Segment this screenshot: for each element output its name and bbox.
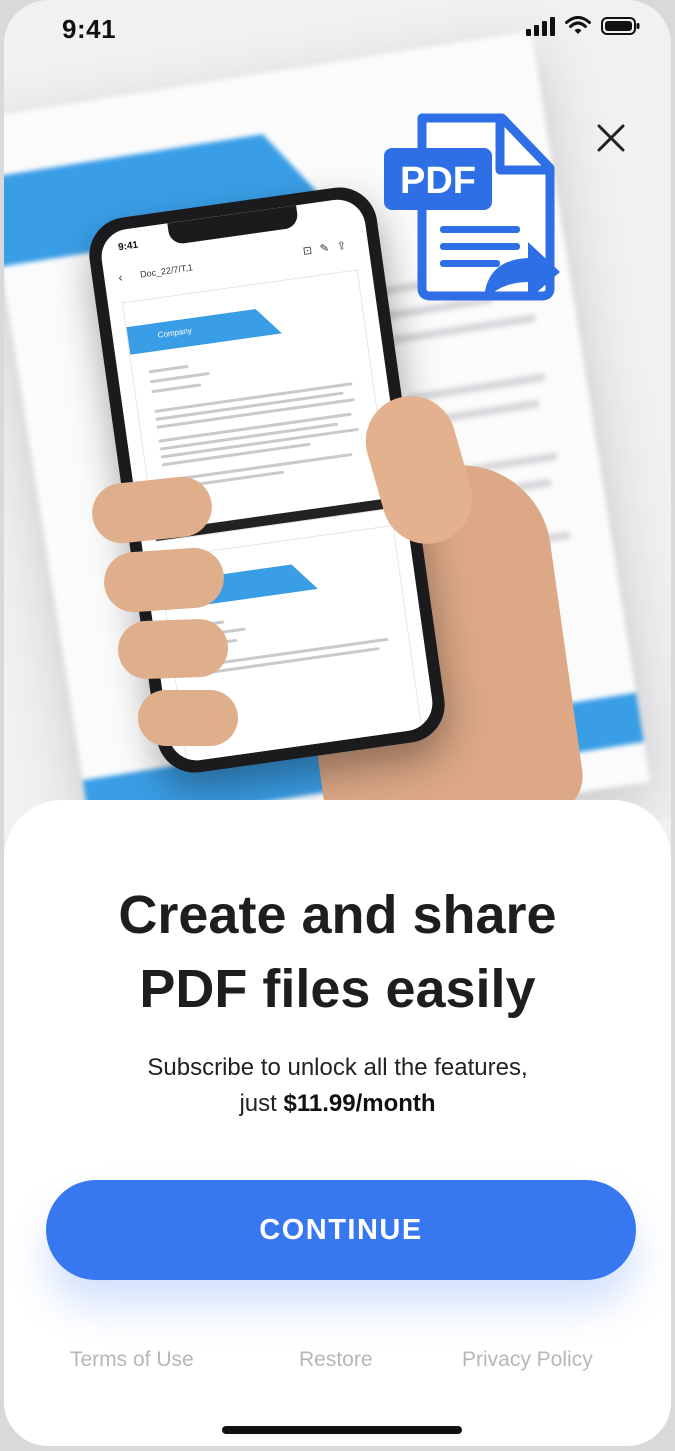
terms-of-use-link[interactable]: Terms of Use: [70, 1348, 194, 1372]
headline-line-2: PDF files easily: [139, 959, 536, 1019]
paywall-sheet: Create and share PDF files easily Subscr…: [4, 800, 671, 1446]
phone-frame: 9:41 PDF 9:41 ‹ Doc_22/7/T,1 ⊡✎⇪ Company…: [4, 0, 671, 1446]
battery-icon: [601, 17, 640, 35]
status-icons: [526, 16, 641, 36]
pdf-share-icon: PDF: [384, 113, 560, 301]
restore-link[interactable]: Restore: [299, 1348, 373, 1372]
privacy-policy-link[interactable]: Privacy Policy: [462, 1348, 593, 1372]
price-label: $11.99/month: [283, 1090, 436, 1117]
close-icon[interactable]: [591, 118, 631, 158]
mock-phone-time: 9:41: [117, 239, 139, 254]
mock-company-label: Company: [157, 326, 193, 340]
mock-toolbar-icons: ⊡✎⇪: [302, 238, 355, 258]
subtitle-just: just: [239, 1090, 277, 1117]
status-bar: 9:41: [4, 0, 671, 56]
footer-links: Terms of Use Restore Privacy Policy: [4, 1348, 671, 1378]
continue-button[interactable]: CONTINUE: [46, 1180, 636, 1280]
finger: [117, 618, 229, 680]
wifi-icon: [565, 16, 591, 34]
hero-illustration: PDF 9:41 ‹ Doc_22/7/T,1 ⊡✎⇪ Company: [4, 0, 671, 820]
subtitle: Subscribe to unlock all the features, ju…: [4, 1050, 671, 1122]
svg-text:PDF: PDF: [400, 160, 476, 202]
mock-doc-title: Doc_22/7/T,1: [139, 262, 194, 280]
finger: [102, 545, 226, 615]
headline-line-1: Create and share: [118, 885, 557, 945]
cellular-signal-icon: [526, 16, 555, 36]
finger: [138, 690, 238, 746]
home-indicator[interactable]: [222, 1426, 462, 1434]
subtitle-line-2: just $11.99/month: [4, 1086, 671, 1122]
status-time: 9:41: [62, 14, 117, 44]
headline: Create and share PDF files easily: [4, 878, 671, 1026]
mock-back-icon: ‹: [117, 270, 124, 285]
subtitle-line-1: Subscribe to unlock all the features,: [147, 1054, 528, 1081]
